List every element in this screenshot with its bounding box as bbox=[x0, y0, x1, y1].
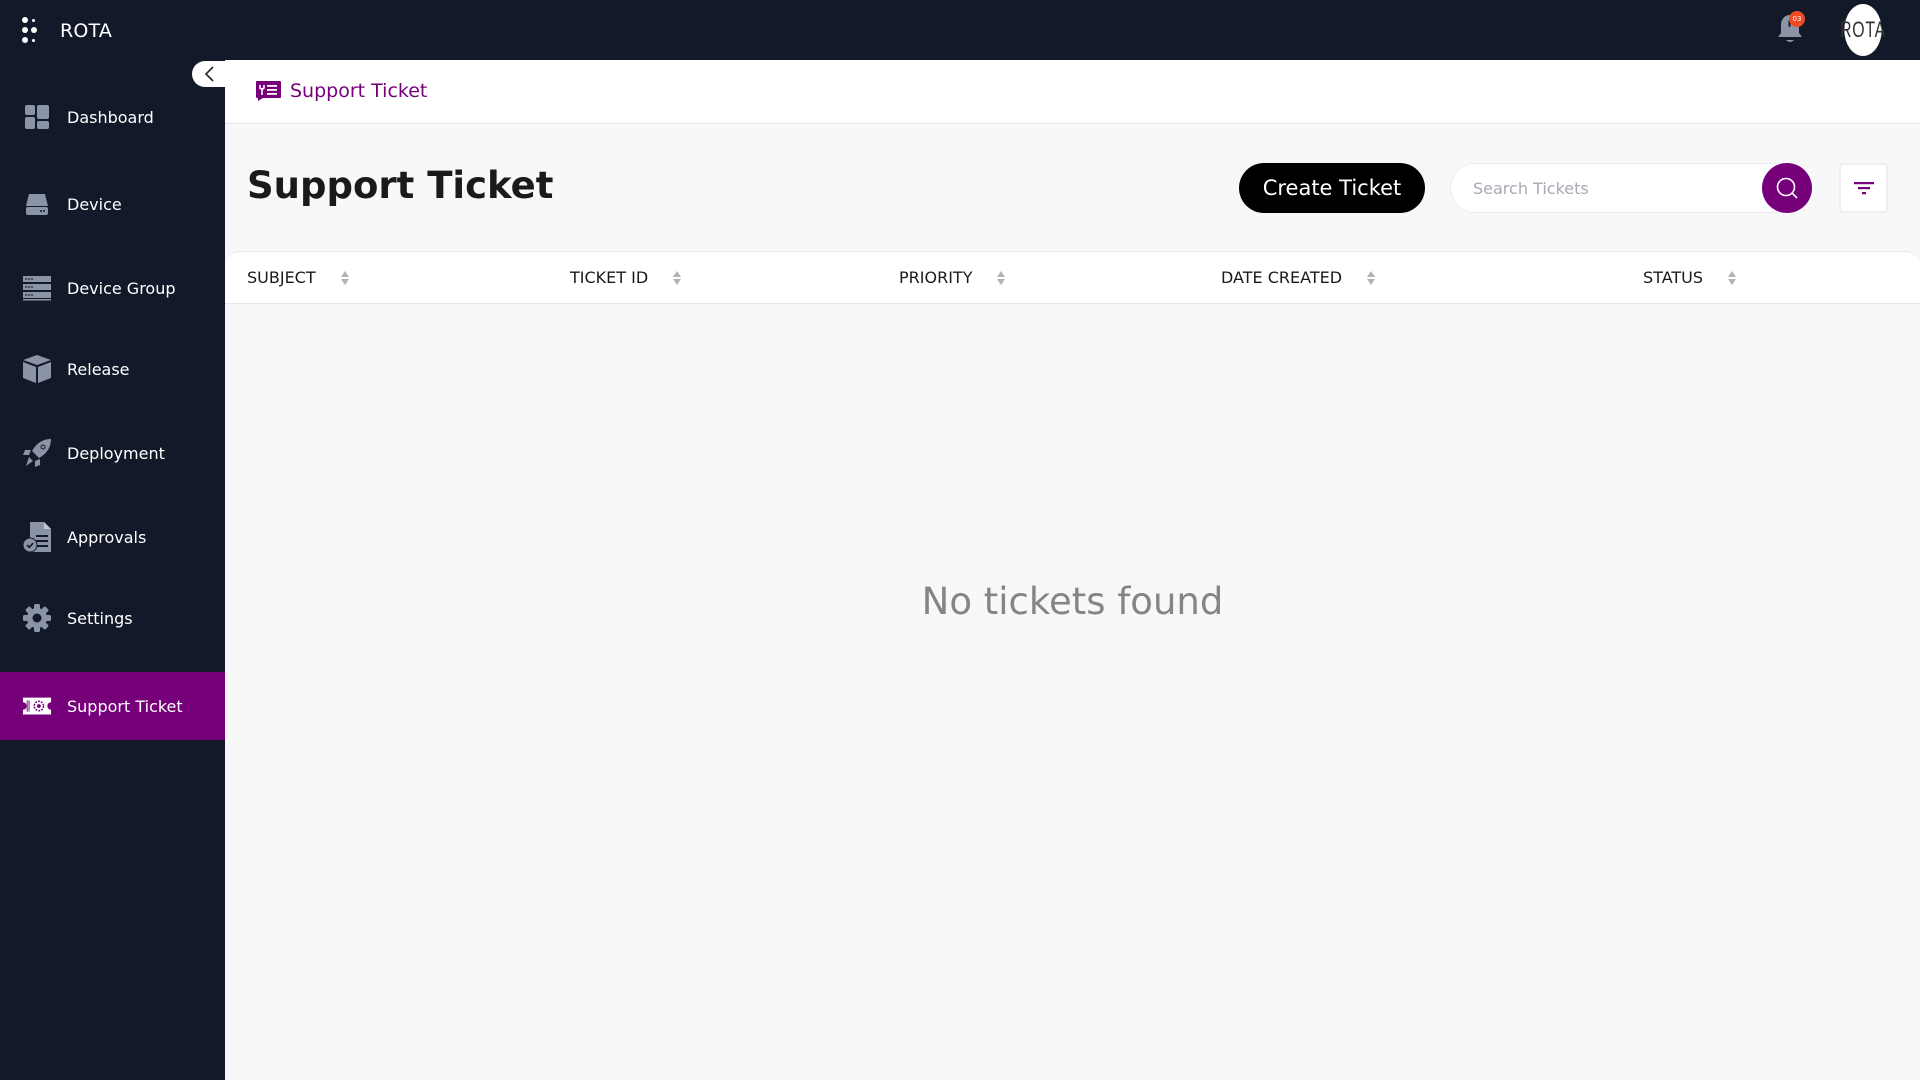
sidebar-item-label: Settings bbox=[67, 608, 133, 628]
dashboard-icon bbox=[22, 102, 52, 132]
filter-button[interactable] bbox=[1839, 163, 1888, 213]
column-header-ticket-id[interactable]: TICKET ID bbox=[570, 252, 682, 303]
column-label: STATUS bbox=[1643, 268, 1704, 287]
sidebar-item-approvals[interactable]: Approvals bbox=[0, 503, 225, 571]
column-header-date-created[interactable]: DATE CREATED bbox=[1221, 252, 1376, 303]
sidebar-item-label: Deployment bbox=[67, 443, 165, 463]
column-label: TICKET ID bbox=[570, 268, 649, 287]
breadcrumb-label: Support Ticket bbox=[290, 80, 428, 102]
sidebar-item-support-ticket[interactable]: Support Ticket bbox=[0, 672, 225, 740]
device-group-icon bbox=[22, 273, 52, 303]
column-header-status[interactable]: STATUS bbox=[1643, 252, 1737, 303]
sort-icon bbox=[1728, 270, 1737, 285]
app-menu-icon bbox=[22, 16, 46, 46]
empty-state-message: No tickets found bbox=[921, 580, 1224, 623]
column-header-priority[interactable]: PRIORITY bbox=[899, 252, 1006, 303]
support-ticket-icon bbox=[256, 81, 281, 101]
sidebar-item-deployment[interactable]: Deployment bbox=[0, 419, 225, 487]
notification-badge: 03 bbox=[1789, 11, 1805, 27]
sidebar-item-label: Device bbox=[67, 194, 122, 214]
search-box bbox=[1450, 163, 1812, 213]
collapse-sidebar-button[interactable] bbox=[192, 61, 228, 87]
sidebar-item-settings[interactable]: Settings bbox=[0, 584, 225, 652]
sidebar-item-dashboard[interactable]: Dashboard bbox=[0, 83, 225, 151]
breadcrumb-bar: Support Ticket bbox=[225, 60, 1920, 124]
search-button[interactable] bbox=[1762, 163, 1812, 213]
top-bar: ROTA 03 ROTA bbox=[0, 0, 1920, 60]
sidebar-item-label: Dashboard bbox=[67, 107, 154, 127]
tickets-table-header: SUBJECT TICKET ID PRIORITY DATE CREATED … bbox=[225, 251, 1920, 304]
device-icon bbox=[22, 189, 52, 219]
gear-icon bbox=[22, 603, 52, 633]
column-header-subject[interactable]: SUBJECT bbox=[247, 252, 350, 303]
user-avatar[interactable]: ROTA bbox=[1840, 4, 1885, 56]
box-icon bbox=[22, 354, 52, 384]
app-name: ROTA bbox=[60, 20, 113, 42]
sidebar-item-label: Device Group bbox=[67, 278, 176, 298]
search-icon bbox=[1776, 177, 1798, 199]
rocket-icon bbox=[22, 438, 52, 468]
breadcrumb[interactable]: Support Ticket bbox=[255, 80, 427, 102]
sidebar-item-device[interactable]: Device bbox=[0, 170, 225, 238]
sidebar-item-label: Support Ticket bbox=[67, 696, 183, 716]
create-ticket-button[interactable]: Create Ticket bbox=[1239, 163, 1425, 213]
sidebar-item-device-group[interactable]: Device Group bbox=[0, 254, 225, 322]
sidebar: Dashboard Device Device Group Release De… bbox=[0, 60, 225, 1080]
filter-icon bbox=[1853, 182, 1874, 195]
sidebar-item-label: Approvals bbox=[67, 527, 147, 547]
column-label: SUBJECT bbox=[247, 268, 316, 287]
column-label: DATE CREATED bbox=[1221, 268, 1343, 287]
sort-icon bbox=[340, 270, 349, 285]
sidebar-item-label: Release bbox=[67, 359, 130, 379]
ticket-icon bbox=[22, 691, 52, 721]
page-title: Support Ticket bbox=[247, 164, 554, 207]
search-input[interactable] bbox=[1473, 164, 1753, 212]
brand[interactable]: ROTA bbox=[22, 16, 112, 46]
sort-icon bbox=[1367, 270, 1376, 285]
approvals-icon bbox=[22, 522, 52, 553]
column-label: PRIORITY bbox=[899, 268, 973, 287]
chevron-left-icon bbox=[204, 66, 214, 82]
sidebar-item-release[interactable]: Release bbox=[0, 335, 225, 403]
sort-icon bbox=[673, 270, 682, 285]
sort-icon bbox=[997, 270, 1006, 285]
